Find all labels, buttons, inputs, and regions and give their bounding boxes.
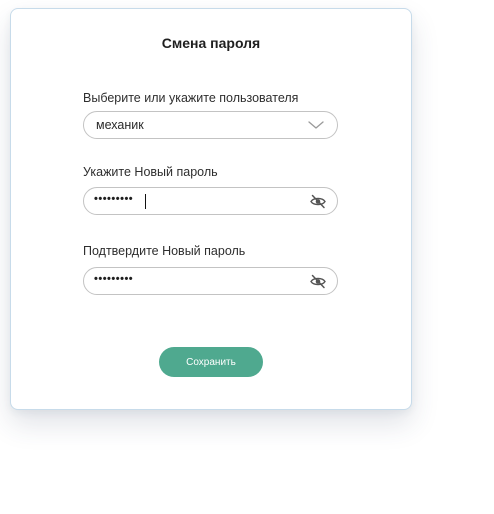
new-password-value: •••••••••: [94, 193, 134, 205]
dialog-title: Смена пароля: [161, 35, 261, 51]
eye-off-icon[interactable]: [309, 273, 327, 290]
change-password-dialog: Смена пароля Выберите или укажите пользо…: [10, 8, 412, 410]
text-caret: [145, 194, 146, 209]
user-select-label: Выберите или укажите пользователя: [83, 91, 299, 105]
new-password-label: Укажите Новый пароль: [83, 165, 218, 179]
confirm-password-value: •••••••••: [94, 273, 134, 285]
confirm-password-label: Подтвердите Новый пароль: [83, 244, 246, 258]
chevron-down-icon[interactable]: [307, 120, 325, 131]
eye-off-icon[interactable]: [309, 193, 327, 210]
save-button[interactable]: Сохранить: [159, 347, 263, 377]
confirm-password-field[interactable]: •••••••••: [83, 267, 338, 295]
user-select[interactable]: механик: [83, 111, 338, 139]
user-select-value: механик: [96, 118, 144, 132]
new-password-field[interactable]: •••••••••: [83, 187, 338, 215]
